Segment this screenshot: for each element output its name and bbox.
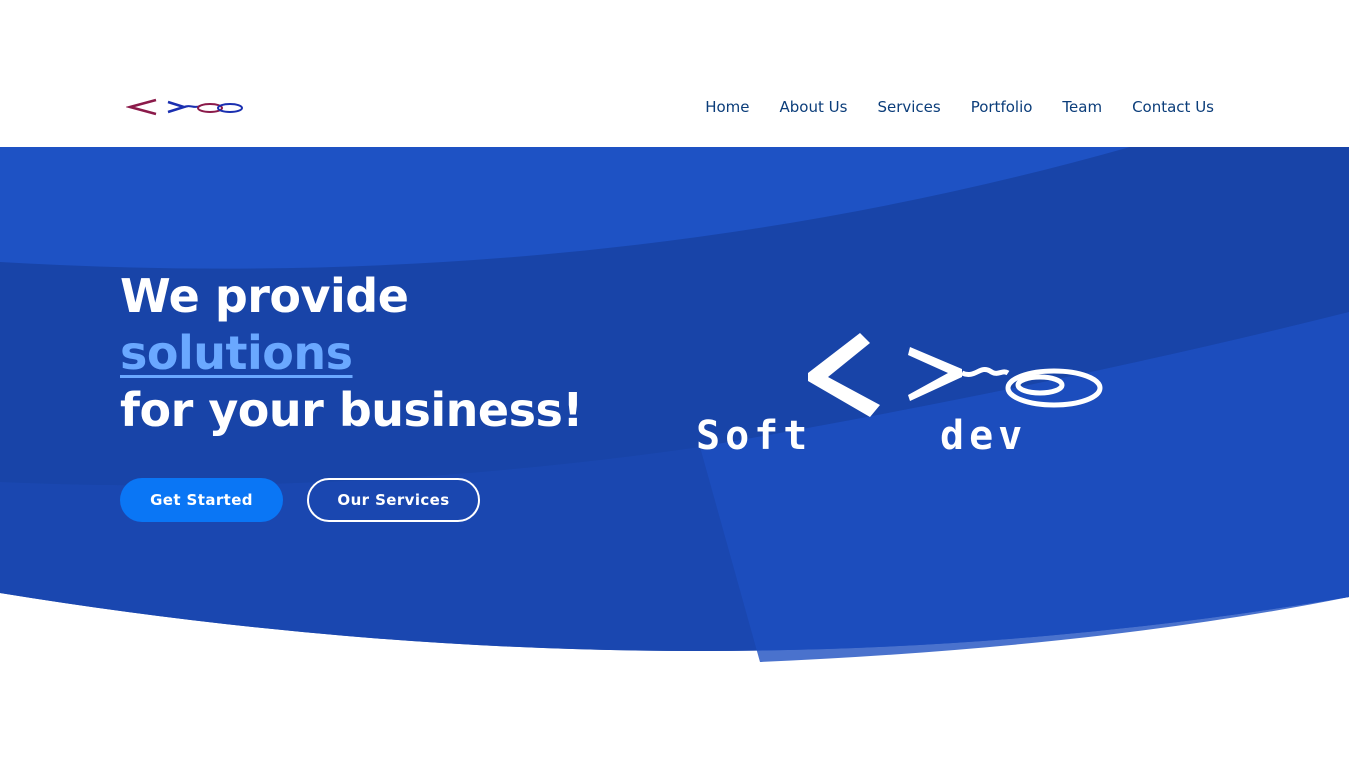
main-nav: Home About Us Services Portfolio Team Co… (705, 97, 1214, 117)
nav-about-us[interactable]: About Us (780, 97, 848, 117)
hero-headline: We provide solutions for your business! (120, 268, 583, 439)
hero-logo: Soft dev (696, 333, 1103, 459)
nav-contact-us[interactable]: Contact Us (1132, 97, 1214, 117)
nav-home[interactable]: Home (705, 97, 749, 117)
get-started-button[interactable]: Get Started (120, 478, 283, 522)
mouse-cable-icon (960, 367, 1010, 377)
nav-services[interactable]: Services (877, 97, 940, 117)
our-services-button[interactable]: Our Services (307, 478, 480, 522)
headline-highlight[interactable]: solutions (120, 325, 583, 382)
nav-portfolio[interactable]: Portfolio (971, 97, 1033, 117)
code-brackets-icon (808, 333, 962, 417)
site-logo-icon[interactable] (126, 98, 246, 116)
nav-team[interactable]: Team (1062, 97, 1102, 117)
headline-line-1: We provide (120, 269, 409, 323)
logo-word-soft: Soft (696, 413, 812, 459)
mouse-icon (1005, 368, 1103, 408)
headline-line-3: for your business! (120, 383, 583, 437)
logo-word-dev: dev (940, 413, 1027, 459)
